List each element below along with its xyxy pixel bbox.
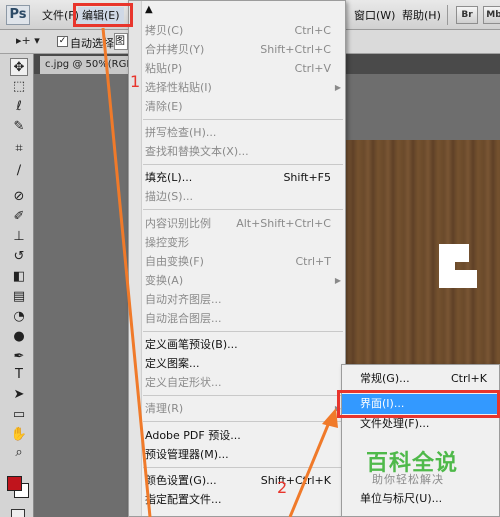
menu-item-auto-align-layers[interactable]: 自动对齐图层... xyxy=(145,290,343,309)
menu-item-content-aware-scale[interactable]: 内容识别比例 Alt+Shift+Ctrl+C xyxy=(145,214,343,233)
menu-item-paste[interactable]: 粘贴(P) Ctrl+V xyxy=(145,59,343,78)
gradient-tool-icon[interactable]: ▤ xyxy=(10,288,28,306)
foreground-color-swatch[interactable] xyxy=(7,476,22,491)
step-number-1: 1 xyxy=(130,72,141,91)
menu-separator xyxy=(143,395,343,396)
menu-item-copy[interactable]: 拷贝(C) Ctrl+C xyxy=(145,21,343,40)
move-tool-icon[interactable]: ✥ xyxy=(10,58,28,76)
menu-item-color-settings[interactable]: 颜色设置(G)... Shift+Ctrl+K xyxy=(145,471,343,490)
healing-brush-tool-icon[interactable]: ⊘ xyxy=(10,188,28,206)
lasso-tool-icon[interactable]: ℓ xyxy=(10,98,28,116)
toolbox: ✥ ⬚ ℓ ✎ ⌗ ∕ ⊘ ✐ ⊥ ↺ ◧ ▤ ◔ ● ✒ T ➤ ▭ ✋ ⌕ xyxy=(0,54,34,517)
menu-item-adobe-pdf-presets[interactable]: Adobe PDF 预设... xyxy=(145,426,343,445)
auto-select-dropdown[interactable]: 图 xyxy=(114,33,128,50)
menu-item-purge[interactable]: 清理(R) ▶ xyxy=(145,399,343,418)
preferences-submenu: 常规(G)... Ctrl+K 界面(I)... 文件处理(F)... 单位与标尺… xyxy=(341,364,500,517)
eraser-tool-icon[interactable]: ◧ xyxy=(10,268,28,286)
menu-item-clear[interactable]: 清除(E) xyxy=(145,97,343,116)
auto-select-label: 自动选择: xyxy=(70,37,118,50)
zoom-tool-icon[interactable]: ⌕ xyxy=(10,444,28,462)
menu-divider xyxy=(447,5,448,25)
step-number-2: 2 xyxy=(277,478,288,497)
menu-item-assign-profile[interactable]: 指定配置文件... xyxy=(145,490,343,509)
menu-item-copy-merged[interactable]: 合并拷贝(Y) Shift+Ctrl+C xyxy=(145,40,343,59)
scroll-up-arrow-icon[interactable]: ▲ xyxy=(145,4,153,15)
edit-menu-dropdown: ▲ 拷贝(C) Ctrl+C 合并拷贝(Y) Shift+Ctrl+C 粘贴(P) C… xyxy=(128,0,346,517)
shape-tool-icon[interactable]: ▭ xyxy=(10,406,28,424)
menu-item-transform[interactable]: 变换(A) ▶ xyxy=(145,271,343,290)
menu-file[interactable]: 文件(F) xyxy=(38,7,83,24)
pref-item-file-handling[interactable]: 文件处理(F)... xyxy=(360,414,499,434)
menu-item-free-transform[interactable]: 自由变换(F) Ctrl+T xyxy=(145,252,343,271)
quick-mask-button[interactable] xyxy=(11,509,25,517)
menu-item-preset-manager[interactable]: 预设管理器(M)... xyxy=(145,445,343,464)
logo-mark xyxy=(439,244,477,288)
menu-separator xyxy=(143,421,343,422)
menu-item-define-custom-shape[interactable]: 定义自定形状... xyxy=(145,373,343,392)
menu-item-paste-special[interactable]: 选择性粘贴(I) ▶ xyxy=(145,78,343,97)
menu-item-auto-blend-layers[interactable]: 自动混合图层... xyxy=(145,309,343,328)
dodge-tool-icon[interactable]: ● xyxy=(10,328,28,346)
menu-separator xyxy=(143,331,343,332)
move-tool-preset-icon[interactable]: ▸+ ▾ xyxy=(16,34,40,47)
menu-item-find-replace[interactable]: 查找和替换文本(X)... xyxy=(145,142,343,161)
submenu-arrow-icon: ▶ xyxy=(334,276,341,285)
mini-bridge-button[interactable]: Mb xyxy=(483,6,500,24)
crop-tool-icon[interactable]: ⌗ xyxy=(10,140,28,158)
menu-separator xyxy=(143,164,343,165)
menu-separator xyxy=(143,467,343,468)
menu-item-define-pattern[interactable]: 定义图案... xyxy=(145,354,343,373)
marquee-tool-icon[interactable]: ⬚ xyxy=(10,78,28,96)
bridge-button[interactable]: Br xyxy=(456,6,478,24)
pref-item-general[interactable]: 常规(G)... Ctrl+K xyxy=(360,369,499,389)
clone-stamp-tool-icon[interactable]: ⊥ xyxy=(10,228,28,246)
menu-item-fill[interactable]: 填充(L)... Shift+F5 xyxy=(145,168,343,187)
path-select-tool-icon[interactable]: ➤ xyxy=(10,386,28,404)
menu-separator xyxy=(143,209,343,210)
history-brush-tool-icon[interactable]: ↺ xyxy=(10,248,28,266)
menu-window[interactable]: 窗口(W) xyxy=(350,7,399,24)
auto-select-checkbox[interactable]: ✓ xyxy=(57,36,68,47)
pref-item-units-rulers[interactable]: 单位与标尺(U)... xyxy=(360,489,499,509)
type-tool-icon[interactable]: T xyxy=(10,366,28,384)
menu-item-check-spelling[interactable]: 拼写检查(H)... xyxy=(145,123,343,142)
submenu-arrow-icon: ▶ xyxy=(334,83,341,92)
quick-select-tool-icon[interactable]: ✎ xyxy=(10,118,28,136)
menu-edit[interactable]: 编辑(E) xyxy=(78,7,124,24)
document-tab[interactable]: c.jpg @ 50%(RGB/8 xyxy=(40,56,140,74)
menu-separator xyxy=(143,119,343,120)
blur-tool-icon[interactable]: ◔ xyxy=(10,308,28,326)
eyedropper-tool-icon[interactable]: ∕ xyxy=(10,162,28,180)
menu-item-stroke[interactable]: 描边(S)... xyxy=(145,187,343,206)
pen-tool-icon[interactable]: ✒ xyxy=(10,348,28,366)
menu-item-puppet-warp[interactable]: 操控变形 xyxy=(145,233,343,252)
photoshop-logo: Ps xyxy=(6,5,30,25)
menu-item-define-brush[interactable]: 定义画笔预设(B)... xyxy=(145,335,343,354)
watermark-subtitle: 助你轻松解决 xyxy=(372,473,444,486)
brush-tool-icon[interactable]: ✐ xyxy=(10,208,28,226)
pref-item-interface[interactable]: 界面(I)... xyxy=(342,394,499,414)
menu-help[interactable]: 帮助(H) xyxy=(398,7,445,24)
hand-tool-icon[interactable]: ✋ xyxy=(10,426,28,444)
